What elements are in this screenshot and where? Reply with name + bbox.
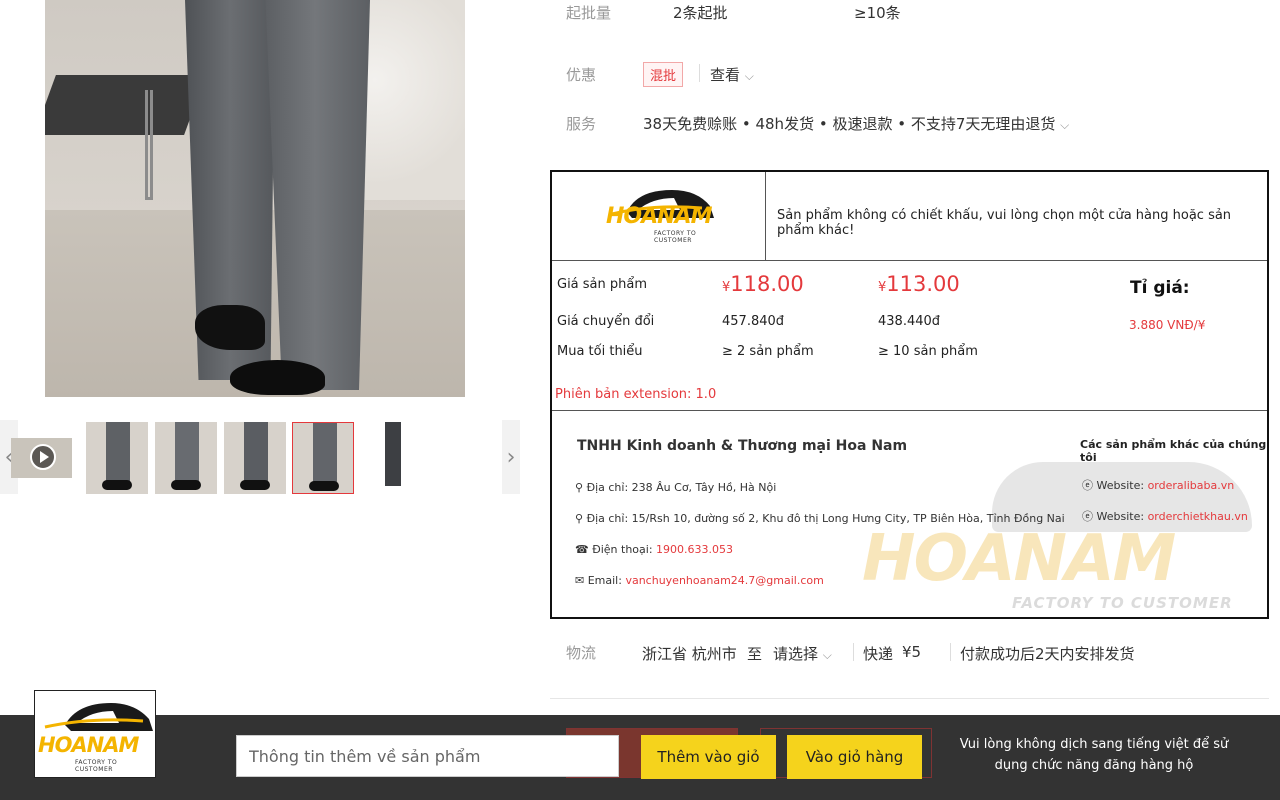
divider [950, 643, 951, 661]
no-discount-notice: Sản phẩm không có chiết khấu, vui lòng c… [777, 208, 1232, 238]
price-value: 118.00 [730, 272, 804, 296]
service-value: 38天免费赊账 • 48h发货 • 极速退款 • 不支持7天无理由退货 [643, 115, 1056, 133]
divider [550, 698, 1269, 699]
converted-tier1: 457.840đ [722, 314, 785, 329]
promo-label: 优惠 [566, 66, 597, 84]
website-line-1: ⓔ Website: orderalibaba.vn [1082, 477, 1234, 493]
mixed-batch-tag: 混批 [643, 62, 684, 87]
ship-origin: 浙江省 杭州市 [642, 645, 737, 663]
price-tier1: ¥118.00 [722, 272, 804, 296]
price-tier2: ¥113.00 [878, 272, 960, 296]
row-label-price: Giá sản phẩm [557, 277, 648, 292]
chevron-down-icon: ⌵ [822, 648, 832, 662]
email-label: Email: [587, 574, 622, 587]
exchange-rate-title: Tỉ giá: [1130, 278, 1190, 298]
go-to-cart-button[interactable]: Vào giỏ hàng [787, 735, 922, 779]
website-line-2: ⓔ Website: orderchietkhau.vn [1082, 508, 1248, 524]
thumbnail-image-selected[interactable] [292, 422, 354, 494]
location-icon: ⚲ [575, 512, 584, 525]
logo-text: HOANAM [606, 204, 712, 229]
address-line-2: ⚲ Địa chỉ: 15/Rsh 10, đường số 2, Khu đô… [575, 512, 1065, 525]
photo-table [45, 75, 206, 135]
add-to-cart-button[interactable]: Thêm vào giỏ [641, 735, 776, 779]
photo-shoe-right [230, 360, 325, 395]
website-label: Website: [1096, 479, 1145, 492]
toolbar-logo: HOANAM FACTORY TO CUSTOMER [34, 690, 156, 778]
thumbnail-image[interactable] [365, 422, 427, 494]
promo-view-label: 查看 [710, 66, 741, 84]
email-address[interactable]: vanchuyenhoanam24.7@gmail.com [625, 574, 823, 587]
promo-view-link[interactable]: 查看 ⌵ [710, 64, 754, 85]
photo-table-leg [145, 90, 153, 200]
website-link-2[interactable]: orderchietkhau.vn [1148, 510, 1248, 523]
min-order-tier2: ≥ 10 sản phẩm [878, 344, 978, 359]
globe-icon: ⓔ [1082, 510, 1093, 523]
moq-value-tier1: 2条起批 [673, 4, 728, 22]
watermark-subtitle: FACTORY TO CUSTOMER [1012, 594, 1233, 612]
service-label: 服务 [566, 115, 597, 133]
min-order-tier1: ≥ 2 sản phẩm [722, 344, 814, 359]
exchange-rate-value: 3.880 VNĐ/¥ [1129, 318, 1206, 332]
other-products-title: Các sản phẩm khác của chúng tôi [1080, 438, 1267, 464]
address-2-text: Địa chỉ: 15/Rsh 10, đường số 2, Khu đô t… [586, 512, 1065, 525]
location-icon: ⚲ [575, 481, 584, 494]
ship-to-label: 至 [747, 645, 763, 663]
hoanam-logo: HOANAM FACTORY TO CUSTOMER [592, 184, 722, 244]
thumbnail-image[interactable] [224, 422, 286, 494]
toolbar-logo-subtitle: FACTORY TO CUSTOMER [75, 759, 118, 773]
website-label: Website: [1096, 510, 1145, 523]
watermark-text: HOANAM [862, 522, 1176, 596]
thumbnail-image[interactable] [155, 422, 217, 494]
email-icon: ✉ [575, 574, 585, 587]
chevron-down-icon: ⌵ [1060, 118, 1070, 132]
moq-value-tier2: ≥10条 [854, 4, 901, 22]
row-label-min: Mua tối thiểu [557, 344, 643, 359]
no-translate-warning: Vui lòng không dịch sang tiếng việt để s… [959, 737, 1229, 773]
shipping-fee: ¥5 [902, 643, 922, 661]
phone-number[interactable]: 1900.633.053 [656, 543, 733, 556]
main-product-image[interactable] [45, 0, 465, 397]
divider [853, 643, 854, 661]
thumbnail-image[interactable] [86, 422, 148, 494]
phone-icon: ☎ [575, 543, 589, 556]
divider [552, 260, 1267, 261]
destination-select-label: 请选择 [773, 645, 819, 663]
express-label: 快递 [863, 645, 894, 663]
divider [699, 64, 700, 82]
chevron-right-icon[interactable]: › [502, 420, 520, 494]
phone-line: ☎ Điện thoại: 1900.633.053 [575, 543, 733, 556]
phone-label: Điện thoại: [592, 543, 653, 556]
service-list[interactable]: 38天免费赊账 • 48h发货 • 极速退款 • 不支持7天无理由退货 ⌵ [643, 113, 1069, 134]
website-link-1[interactable]: orderalibaba.vn [1148, 479, 1235, 492]
photo-shoe-left [195, 305, 265, 350]
company-name: TNHH Kinh doanh & Thương mại Hoa Nam [577, 438, 908, 454]
dispatch-note: 付款成功后2天内安排发货 [960, 645, 1135, 663]
email-line: ✉ Email: vanchuyenhoanam24.7@gmail.com [575, 574, 824, 587]
play-icon[interactable] [30, 444, 56, 470]
divider [765, 172, 766, 260]
divider [552, 410, 1267, 411]
converted-tier2: 438.440đ [878, 314, 941, 329]
address-1-text: Địa chỉ: 238 Âu Cơ, Tây Hồ, Hà Nội [586, 481, 777, 494]
logistics-label: 物流 [566, 644, 597, 662]
price-value: 113.00 [886, 272, 960, 296]
destination-select[interactable]: 请选择 ⌵ [773, 643, 832, 664]
globe-icon: ⓔ [1082, 479, 1093, 492]
toolbar-logo-text: HOANAM [38, 733, 139, 757]
address-line-1: ⚲ Địa chỉ: 238 Âu Cơ, Tây Hồ, Hà Nội [575, 481, 776, 494]
logo-subtitle: FACTORY TO CUSTOMER [654, 230, 697, 244]
moq-label: 起批量 [566, 4, 612, 22]
page: ‹ › 起批量 2条起批 ≥10条 优惠 混批 查看 ⌵ 服务 38天免费赊账 … [0, 0, 1280, 800]
row-label-converted: Giá chuyển đổi [557, 314, 655, 329]
hoanam-extension-panel: HOANAM FACTORY TO CUSTOMER Sản phẩm khôn… [550, 170, 1269, 619]
extension-version: Phiên bản extension: 1.0 [555, 387, 717, 402]
chevron-down-icon: ⌵ [744, 69, 754, 83]
product-note-input[interactable] [236, 735, 619, 777]
